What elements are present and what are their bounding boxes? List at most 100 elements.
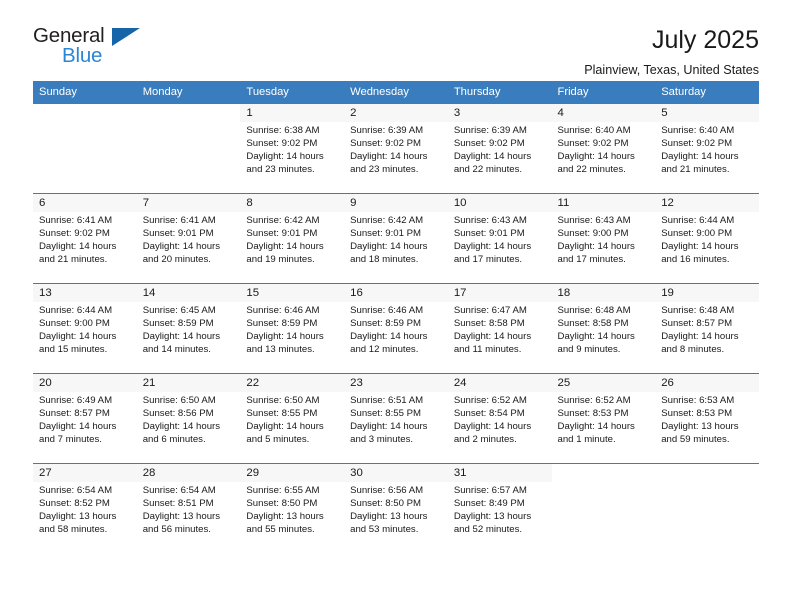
day-number: 23 [344, 374, 448, 392]
day-26[interactable]: 26 Sunrise: 6:53 AM Sunset: 8:53 PM Dayligh… [655, 374, 759, 463]
day-3[interactable]: 3 Sunrise: 6:39 AM Sunset: 9:02 PM Daylight… [447, 104, 552, 193]
day-sun-info: Sunrise: 6:39 AM Sunset: 9:02 PM Daylight:… [448, 122, 552, 176]
sunrise-time: Sunrise: 6:54 AM [142, 485, 216, 496]
day-2[interactable]: 2 Sunrise: 6:39 AM Sunset: 9:02 PM Daylight… [344, 104, 448, 193]
sunrise-time: Sunrise: 6:52 AM [557, 395, 631, 406]
day-9[interactable]: 9 Sunrise: 6:42 AM Sunset: 9:01 PM Daylight… [344, 194, 448, 283]
daylight-duration-line1: Daylight: 14 hours [39, 421, 117, 433]
day-number: 4 [551, 104, 656, 122]
day-12[interactable]: 12 Sunrise: 6:44 AM Sunset: 9:00 PM Dayligh… [655, 194, 759, 283]
sunrise-time: Sunrise: 6:56 AM [350, 485, 424, 496]
day-14[interactable]: 14 Sunrise: 6:45 AM Sunset: 8:59 PM Dayligh… [136, 284, 241, 373]
day-10[interactable]: 10 Sunrise: 6:43 AM Sunset: 9:01 PM Dayligh… [447, 194, 552, 283]
calendar-day-cell: 21 Sunrise: 6:50 AM Sunset: 8:56 PM Dayligh… [136, 373, 241, 464]
day-number: 15 [240, 284, 345, 302]
day-sun-info: Sunrise: 6:53 AM Sunset: 8:53 PM Daylight:… [655, 392, 759, 446]
sunset-time: Sunset: 8:59 PM [350, 318, 422, 330]
day-6[interactable]: 6 Sunrise: 6:41 AM Sunset: 9:02 PM Daylight… [33, 194, 137, 283]
day-11[interactable]: 11 Sunrise: 6:43 AM Sunset: 9:00 PM Dayligh… [551, 194, 656, 283]
daylight-duration-line1: Daylight: 14 hours [246, 421, 324, 433]
sunset-time: Sunset: 8:53 PM [557, 408, 629, 420]
calendar-week-row: 27 Sunrise: 6:54 AM Sunset: 8:52 PM Dayligh… [33, 463, 759, 554]
day-17[interactable]: 17 Sunrise: 6:47 AM Sunset: 8:58 PM Dayligh… [447, 284, 552, 373]
calendar-day-cell: 4 Sunrise: 6:40 AM Sunset: 9:02 PM Daylight… [551, 103, 656, 194]
sunrise-time: Sunrise: 6:57 AM [453, 485, 527, 496]
daylight-duration-line1: Daylight: 14 hours [453, 241, 532, 253]
empty-day [136, 104, 241, 193]
day-30[interactable]: 30 Sunrise: 6:56 AM Sunset: 8:50 PM Dayligh… [344, 464, 448, 554]
sunset-time: Sunset: 9:02 PM [39, 228, 110, 240]
day-27[interactable]: 27 Sunrise: 6:54 AM Sunset: 8:52 PM Dayligh… [33, 464, 137, 554]
sunrise-time: Sunrise: 6:44 AM [661, 215, 735, 226]
calendar-day-cell: 15 Sunrise: 6:46 AM Sunset: 8:59 PM Dayligh… [240, 283, 345, 374]
sunrise-time: Sunrise: 6:54 AM [39, 485, 113, 496]
day-23[interactable]: 23 Sunrise: 6:51 AM Sunset: 8:55 PM Dayligh… [344, 374, 448, 463]
day-4[interactable]: 4 Sunrise: 6:40 AM Sunset: 9:02 PM Daylight… [551, 104, 656, 193]
calendar-week-row: 6 Sunrise: 6:41 AM Sunset: 9:02 PM Daylight… [33, 193, 759, 284]
weekday-header-wednesday: Wednesday [344, 81, 448, 104]
daylight-duration-line1: Daylight: 13 hours [453, 511, 532, 523]
sunset-time: Sunset: 8:58 PM [557, 318, 629, 330]
daylight-duration-line1: Daylight: 14 hours [246, 241, 324, 253]
daylight-duration-line1: Daylight: 14 hours [39, 331, 117, 343]
day-number: 21 [136, 374, 241, 392]
sunrise-time: Sunrise: 6:50 AM [246, 395, 320, 406]
day-5[interactable]: 5 Sunrise: 6:40 AM Sunset: 9:02 PM Daylight… [655, 104, 759, 193]
day-24[interactable]: 24 Sunrise: 6:52 AM Sunset: 8:54 PM Dayligh… [447, 374, 552, 463]
daylight-duration-line2: and 15 minutes. [39, 344, 108, 356]
day-number: 25 [551, 374, 656, 392]
sunrise-time: Sunrise: 6:39 AM [453, 125, 527, 136]
sunrise-time: Sunrise: 6:42 AM [246, 215, 320, 226]
calendar-day-cell: 8 Sunrise: 6:42 AM Sunset: 9:01 PM Daylight… [240, 193, 345, 284]
calendar-day-cell: 24 Sunrise: 6:52 AM Sunset: 8:54 PM Dayligh… [447, 373, 552, 464]
day-31[interactable]: 31 Sunrise: 6:57 AM Sunset: 8:49 PM Dayligh… [447, 464, 552, 554]
sunrise-time: Sunrise: 6:46 AM [246, 305, 320, 316]
calendar-day-cell: 29 Sunrise: 6:55 AM Sunset: 8:50 PM Dayligh… [240, 463, 345, 554]
sunrise-time: Sunrise: 6:53 AM [661, 395, 735, 406]
sunset-time: Sunset: 8:53 PM [661, 408, 733, 420]
general-blue-logo[interactable]: General Blue [33, 25, 153, 72]
calendar-day-cell [655, 463, 759, 554]
sunset-time: Sunset: 9:01 PM [350, 228, 422, 240]
day-20[interactable]: 20 Sunrise: 6:49 AM Sunset: 8:57 PM Dayligh… [33, 374, 137, 463]
calendar-day-cell: 11 Sunrise: 6:43 AM Sunset: 9:00 PM Dayligh… [551, 193, 656, 284]
sunset-time: Sunset: 8:58 PM [453, 318, 525, 330]
daylight-duration-line1: Daylight: 14 hours [350, 331, 428, 343]
sunset-time: Sunset: 8:57 PM [661, 318, 733, 330]
calendar-day-cell: 9 Sunrise: 6:42 AM Sunset: 9:01 PM Daylight… [344, 193, 448, 284]
day-19[interactable]: 19 Sunrise: 6:48 AM Sunset: 8:57 PM Dayligh… [655, 284, 759, 373]
weekday-header-saturday: Saturday [655, 81, 759, 104]
day-28[interactable]: 28 Sunrise: 6:54 AM Sunset: 8:51 PM Dayligh… [136, 464, 241, 554]
daylight-duration-line2: and 1 minute. [557, 434, 616, 446]
day-18[interactable]: 18 Sunrise: 6:48 AM Sunset: 8:58 PM Dayligh… [551, 284, 656, 373]
day-1[interactable]: 1 Sunrise: 6:38 AM Sunset: 9:02 PM Daylight… [240, 104, 345, 193]
calendar-day-cell: 6 Sunrise: 6:41 AM Sunset: 9:02 PM Daylight… [33, 193, 137, 284]
sunset-time: Sunset: 9:01 PM [453, 228, 525, 240]
logo-text-blue: Blue [62, 44, 103, 67]
sunrise-time: Sunrise: 6:43 AM [557, 215, 631, 226]
day-number: 5 [655, 104, 759, 122]
calendar-day-cell: 5 Sunrise: 6:40 AM Sunset: 9:02 PM Daylight… [655, 103, 759, 194]
sunrise-time: Sunrise: 6:49 AM [39, 395, 113, 406]
day-sun-info: Sunrise: 6:39 AM Sunset: 9:02 PM Daylight:… [344, 122, 448, 176]
weekday-header-monday: Monday [136, 81, 241, 104]
day-7[interactable]: 7 Sunrise: 6:41 AM Sunset: 9:01 PM Daylight… [136, 194, 241, 283]
day-8[interactable]: 8 Sunrise: 6:42 AM Sunset: 9:01 PM Daylight… [240, 194, 345, 283]
day-29[interactable]: 29 Sunrise: 6:55 AM Sunset: 8:50 PM Dayligh… [240, 464, 345, 554]
day-16[interactable]: 16 Sunrise: 6:46 AM Sunset: 8:59 PM Dayligh… [344, 284, 448, 373]
day-sun-info: Sunrise: 6:43 AM Sunset: 9:00 PM Daylight:… [552, 212, 656, 266]
sunset-time: Sunset: 8:59 PM [246, 318, 318, 330]
day-13[interactable]: 13 Sunrise: 6:44 AM Sunset: 9:00 PM Dayligh… [33, 284, 137, 373]
daylight-duration-line2: and 3 minutes. [350, 434, 414, 446]
calendar-day-cell: 17 Sunrise: 6:47 AM Sunset: 8:58 PM Dayligh… [447, 283, 552, 374]
day-number: 31 [447, 464, 552, 482]
day-15[interactable]: 15 Sunrise: 6:46 AM Sunset: 8:59 PM Dayligh… [240, 284, 345, 373]
sunset-time: Sunset: 8:49 PM [453, 498, 525, 510]
day-21[interactable]: 21 Sunrise: 6:50 AM Sunset: 8:56 PM Dayligh… [136, 374, 241, 463]
sunset-time: Sunset: 9:02 PM [661, 138, 733, 150]
day-25[interactable]: 25 Sunrise: 6:52 AM Sunset: 8:53 PM Dayligh… [551, 374, 656, 463]
sunrise-time: Sunrise: 6:44 AM [39, 305, 113, 316]
daylight-duration-line2: and 7 minutes. [39, 434, 102, 446]
day-22[interactable]: 22 Sunrise: 6:50 AM Sunset: 8:55 PM Dayligh… [240, 374, 345, 463]
calendar-day-cell: 26 Sunrise: 6:53 AM Sunset: 8:53 PM Dayligh… [655, 373, 759, 464]
